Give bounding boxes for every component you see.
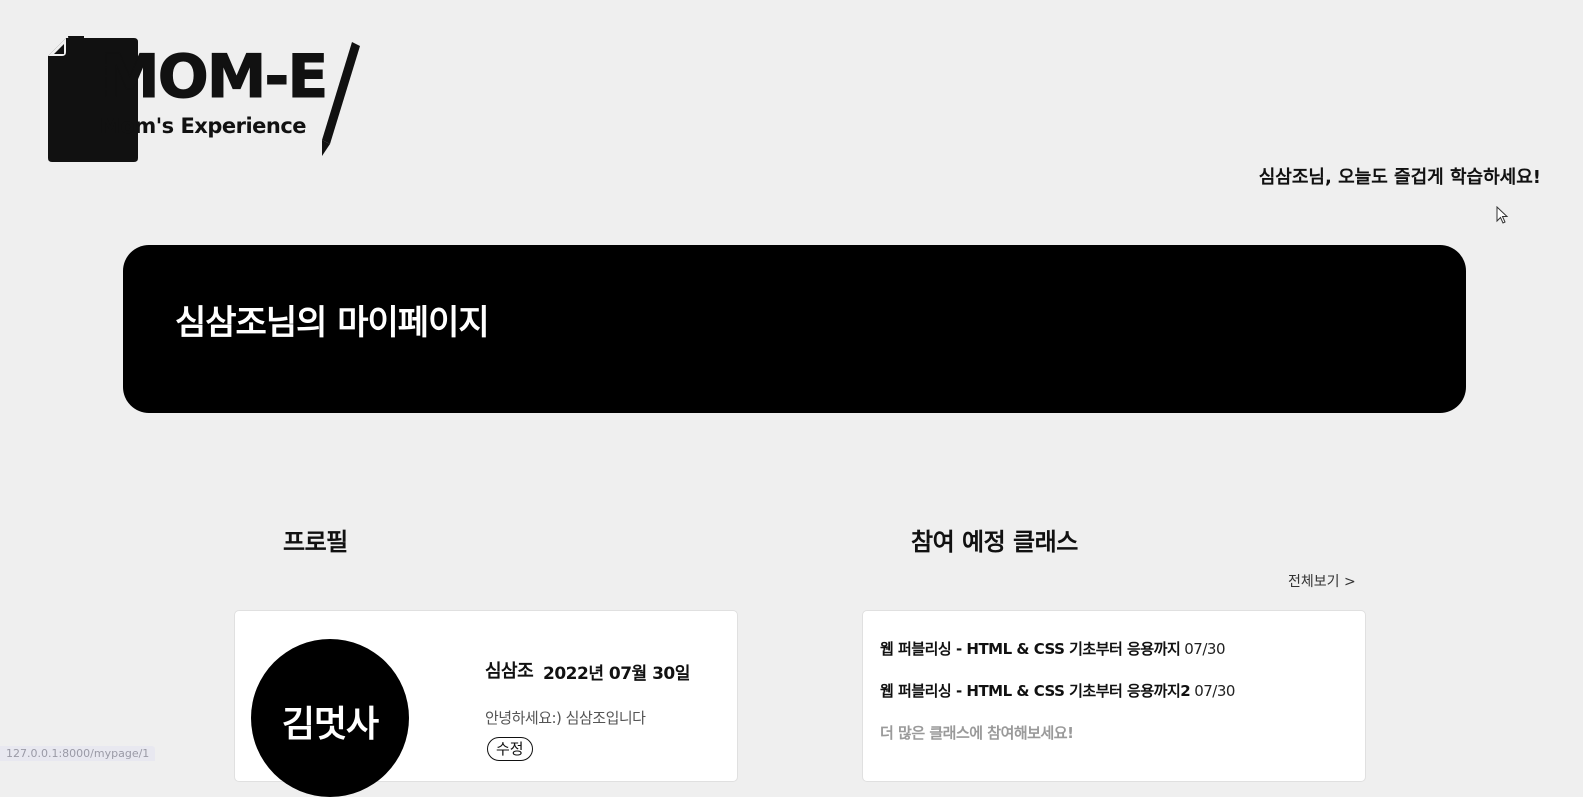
- class-title: 웹 퍼블리싱 - HTML & CSS 기초부터 응용까지2: [880, 682, 1191, 700]
- edit-profile-button[interactable]: 수정: [487, 737, 533, 761]
- upcoming-classes-title: 참여 예정 클래스: [911, 528, 1078, 556]
- class-title: 웹 퍼블리싱 - HTML & CSS 기초부터 응용까지: [880, 640, 1181, 658]
- site-logo[interactable]: MOM-E Mom's Experience: [46, 36, 366, 162]
- class-list-item[interactable]: 웹 퍼블리싱 - HTML & CSS 기초부터 응용까지2 07/30: [880, 680, 1235, 701]
- profile-section-title: 프로필: [283, 528, 348, 556]
- class-list-item[interactable]: 웹 퍼블리싱 - HTML & CSS 기초부터 응용까지 07/30: [880, 638, 1225, 659]
- profile-join-date: 2022년 07월 30일: [543, 664, 690, 684]
- profile-bio: 안녕하세요:) 심삼조입니다: [485, 709, 646, 727]
- profile-name: 심삼조: [485, 661, 534, 682]
- class-date: 07/30: [1194, 682, 1235, 700]
- upcoming-classes-card: 웹 퍼블리싱 - HTML & CSS 기초부터 응용까지 07/30 웹 퍼블리…: [862, 610, 1366, 782]
- logo-title: MOM-E: [99, 42, 328, 113]
- view-all-link[interactable]: 전체보기 >: [1288, 571, 1356, 591]
- more-classes-link[interactable]: 더 많은 클래스에 참여해보세요!: [880, 722, 1074, 743]
- profile-card: 김멋사 심삼조 2022년 07월 30일 안녕하세요:) 심삼조입니다 수정: [234, 610, 738, 797]
- logo-subtitle: Mom's Experience: [100, 114, 307, 138]
- class-date: 07/30: [1184, 640, 1225, 658]
- mouse-cursor-icon: [1496, 206, 1509, 224]
- avatar-label: 김멋사: [281, 704, 379, 745]
- page-title: 심삼조님의 마이페이지: [175, 303, 490, 343]
- user-greeting: 심삼조님, 오늘도 즐겁게 학습하세요!: [1258, 167, 1541, 188]
- avatar: 김멋사: [251, 639, 409, 797]
- mypage-banner: 심삼조님의 마이페이지: [123, 245, 1466, 413]
